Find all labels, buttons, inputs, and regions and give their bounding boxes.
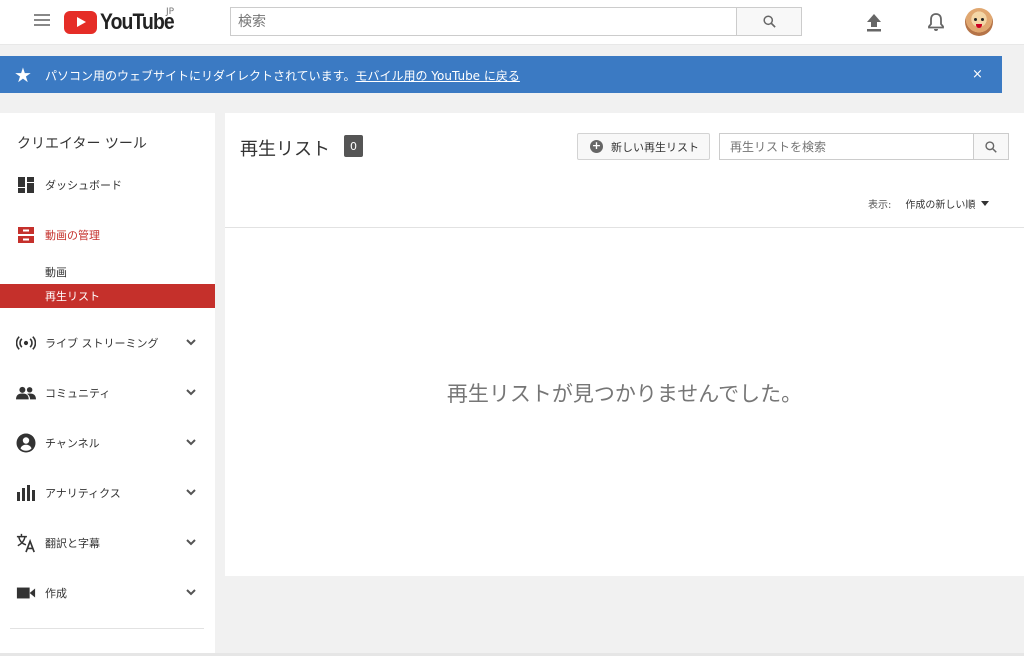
panel-divider xyxy=(225,227,1024,228)
chevron-down-icon xyxy=(186,439,196,446)
top-header: YouTube JP xyxy=(0,0,1024,45)
youtube-play-icon xyxy=(64,10,97,34)
sidebar-item-live-streaming[interactable]: ライブ ストリーミング xyxy=(0,331,215,355)
sidebar-item-dashboard[interactable]: ダッシュボード xyxy=(0,173,215,197)
sort-control: 表示: 作成の新しい順 xyxy=(868,196,990,211)
bar-chart-icon xyxy=(16,483,36,503)
upload-button[interactable] xyxy=(862,10,886,34)
banner-message: パソコン用のウェブサイトにリダイレクトされています。 xyxy=(45,69,356,83)
chevron-down-icon xyxy=(186,489,196,496)
search-button[interactable] xyxy=(736,7,802,36)
sidebar-item-create[interactable]: 作成 xyxy=(0,581,215,605)
chevron-down-icon xyxy=(186,589,196,596)
playlist-count-badge: 0 xyxy=(344,135,363,157)
sidebar-divider xyxy=(10,628,204,629)
translate-icon xyxy=(16,533,36,553)
search-icon xyxy=(762,15,776,28)
add-circle-icon: + xyxy=(590,139,603,153)
sidebar-item-analytics[interactable]: アナリティクス xyxy=(0,481,215,505)
star-icon: ★ xyxy=(14,63,32,87)
sidebar-item-label: チャンネル xyxy=(45,437,100,450)
sidebar-item-community[interactable]: コミュニティ xyxy=(0,381,215,405)
sidebar-title: クリエイター ツール xyxy=(17,136,147,152)
search-icon xyxy=(985,140,997,153)
new-playlist-button[interactable]: + 新しい再生リスト xyxy=(577,133,710,160)
people-icon xyxy=(16,383,36,403)
chevron-down-icon xyxy=(186,339,196,346)
creator-sidebar: クリエイター ツール ダッシュボード 動画の管理 動画 再生リスト ライブ スト… xyxy=(0,113,215,656)
bell-icon xyxy=(928,13,944,31)
live-broadcast-icon xyxy=(16,333,36,353)
sidebar-item-label: 作成 xyxy=(45,587,67,600)
video-manager-icon xyxy=(16,225,36,245)
sidebar-item-label: ダッシュボード xyxy=(45,179,122,192)
close-icon[interactable]: × xyxy=(972,67,983,82)
redirect-banner: ★ パソコン用のウェブサイトにリダイレクトされています。モバイル用の YouTu… xyxy=(0,56,1002,93)
sort-label: 表示: xyxy=(868,200,892,211)
page-title: 再生リスト xyxy=(240,139,330,160)
chevron-down-icon xyxy=(186,389,196,396)
playlist-search-button[interactable] xyxy=(973,133,1009,160)
youtube-logo[interactable]: YouTube JP xyxy=(64,7,184,34)
video-camera-icon xyxy=(16,583,36,603)
caret-down-icon[interactable] xyxy=(981,201,990,206)
playlist-search-input[interactable] xyxy=(719,133,974,160)
sidebar-item-label: 翻訳と字幕 xyxy=(45,537,100,550)
upload-icon xyxy=(867,14,881,32)
sidebar-item-label: 動画の管理 xyxy=(45,229,100,242)
sidebar-subitem-playlists[interactable]: 再生リスト xyxy=(0,284,215,308)
logo-region: JP xyxy=(166,7,175,17)
sidebar-item-label: ライブ ストリーミング xyxy=(45,337,159,350)
search-input[interactable] xyxy=(230,7,737,36)
notifications-button[interactable] xyxy=(924,10,948,34)
sidebar-item-video-manager[interactable]: 動画の管理 xyxy=(0,223,215,247)
avatar[interactable] xyxy=(965,8,993,36)
playlists-panel: 再生リスト 0 + 新しい再生リスト 表示: 作成の新しい順 再生リストが見つか… xyxy=(225,113,1024,576)
sort-dropdown[interactable]: 作成の新しい順 xyxy=(905,196,975,211)
logo-text: YouTube xyxy=(100,9,175,34)
dashboard-icon xyxy=(16,175,36,195)
account-circle-icon xyxy=(16,433,36,453)
sidebar-item-label: コミュニティ xyxy=(45,387,111,400)
sidebar-item-label: アナリティクス xyxy=(45,487,121,500)
menu-icon[interactable] xyxy=(34,14,50,28)
sidebar-subitem-videos[interactable]: 動画 xyxy=(0,260,215,284)
sidebar-item-translation[interactable]: 翻訳と字幕 xyxy=(0,531,215,555)
chevron-down-icon xyxy=(186,539,196,546)
empty-state-message: 再生リストが見つかりませんでした。 xyxy=(446,382,803,406)
back-to-mobile-link[interactable]: モバイル用の YouTube に戻る xyxy=(355,69,519,83)
sidebar-item-channel[interactable]: チャンネル xyxy=(0,431,215,455)
new-playlist-label: 新しい再生リスト xyxy=(611,140,699,154)
